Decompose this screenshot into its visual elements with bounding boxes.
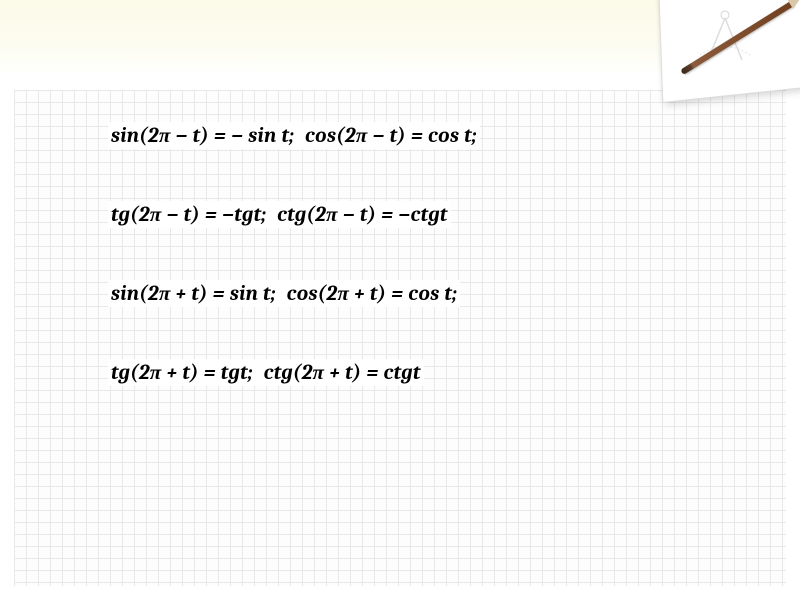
corner-decoration <box>620 0 800 120</box>
formula-2b: ctg(2π − t) = −ctgt <box>277 203 447 227</box>
formula-3a: sin(2π + t) = sin t; <box>111 282 276 306</box>
formula-block: sin(2π − t) = − sin t; cos(2π − t) = cos… <box>108 122 648 438</box>
formula-4b: ctg(2π + t) = ctgt <box>264 361 421 385</box>
formula-line-2: tg(2π − t) = −tgt; ctg(2π − t) = −ctgt <box>108 201 451 228</box>
formula-line-4: tg(2π + t) = tgt; ctg(2π + t) = ctgt <box>108 359 424 386</box>
formula-1b: cos(2π − t) = cos t; <box>305 124 477 148</box>
formula-line-3: sin(2π + t) = sin t; cos(2π + t) = cos t… <box>108 280 460 307</box>
formula-1a: sin(2π − t) = − sin t; <box>111 124 294 148</box>
formula-line-1: sin(2π − t) = − sin t; cos(2π − t) = cos… <box>108 122 480 149</box>
formula-4a: tg(2π + t) = tgt; <box>111 361 253 385</box>
formula-3b: cos(2π + t) = cos t; <box>287 282 458 306</box>
formula-2a: tg(2π − t) = −tgt; <box>111 203 266 227</box>
